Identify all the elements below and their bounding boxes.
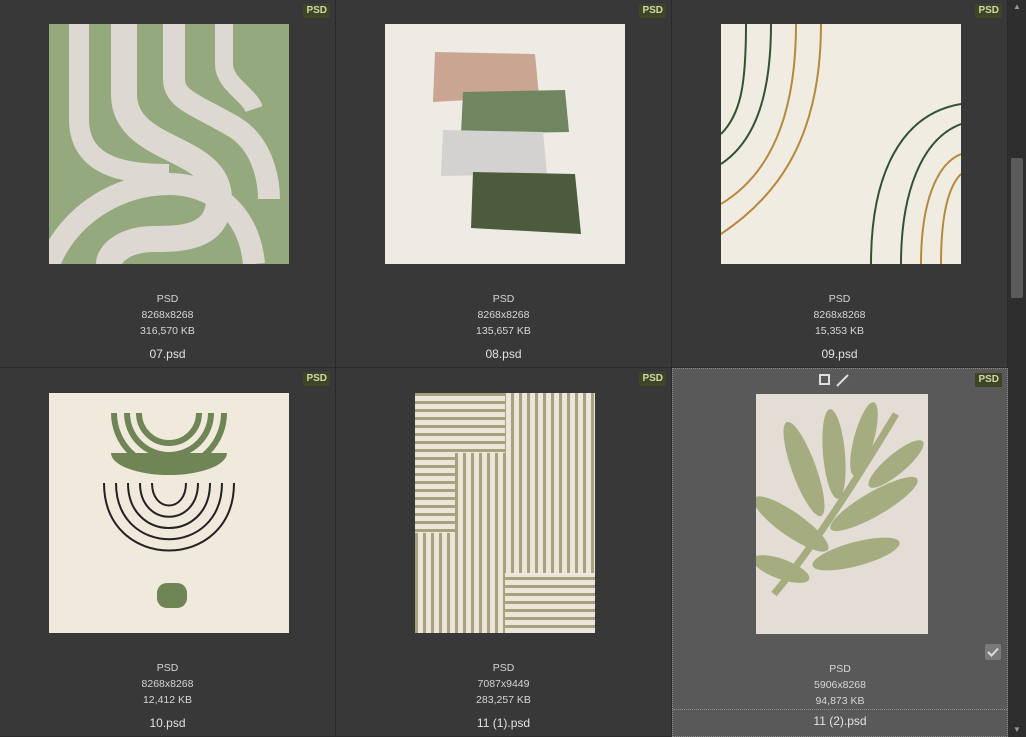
psd-format-badge: PSD <box>975 4 1002 18</box>
psd-format-badge: PSD <box>303 372 330 386</box>
thumbnail-image[interactable] <box>756 394 928 634</box>
file-format: PSD <box>492 662 515 674</box>
file-tile-10[interactable]: PSD PSD 8268x8268 12,412 KB 10.psd <box>0 368 336 737</box>
check-icon[interactable] <box>985 644 1001 660</box>
file-size: 283,257 KB <box>476 694 531 706</box>
file-dimensions: 5906x8268 <box>814 679 866 691</box>
file-size: 316,570 KB <box>140 325 195 337</box>
file-name[interactable]: 08.psd <box>336 347 671 361</box>
tile-tools <box>819 374 849 387</box>
file-tile-11-1[interactable]: PSD PSD 7087x9449 283,257 KB 11 (1).psd <box>336 368 672 737</box>
file-dimensions: 8268x8268 <box>141 678 194 690</box>
thumbnail-image[interactable] <box>385 24 625 264</box>
file-format: PSD <box>156 662 179 674</box>
file-size: 15,353 KB <box>814 325 865 337</box>
thumbnail-image[interactable] <box>49 393 289 633</box>
psd-format-badge: PSD <box>639 372 666 386</box>
psd-format-badge: PSD <box>639 4 666 18</box>
file-size: 135,657 KB <box>476 325 531 337</box>
file-name[interactable]: 09.psd <box>672 347 1007 361</box>
arrow-down-icon[interactable]: ▼ <box>1008 723 1026 737</box>
file-dimensions: 8268x8268 <box>141 309 194 321</box>
file-tile-09[interactable]: PSD PSD 8268x8268 15,353 KB 09.psd <box>672 0 1008 368</box>
file-tile-07[interactable]: PSD PSD 8268x8268 316,570 KB 07.psd <box>0 0 336 368</box>
file-size: 94,873 KB <box>815 695 865 707</box>
thumbnail-image[interactable] <box>721 24 961 264</box>
file-format: PSD <box>156 293 179 305</box>
pencil-icon[interactable] <box>836 374 849 387</box>
file-tile-11-2[interactable]: PSD PSD 5906x8268 94,873 KB 11 (2).psd <box>672 368 1008 737</box>
file-format: PSD <box>492 293 515 305</box>
file-dimensions: 8268x8268 <box>813 309 866 321</box>
file-tile-08[interactable]: PSD PSD 8268x8268 135,657 KB 08.psd <box>336 0 672 368</box>
thumbnail-image[interactable] <box>415 393 595 633</box>
thumbnail-image[interactable] <box>49 24 289 264</box>
file-dimensions: 8268x8268 <box>477 309 530 321</box>
arrow-up-icon[interactable]: ▲ <box>1008 0 1026 14</box>
file-format: PSD <box>828 293 851 305</box>
psd-format-badge: PSD <box>303 4 330 18</box>
file-name[interactable]: 07.psd <box>0 347 335 361</box>
thumbnail-grid: PSD PSD 8268x8268 316,570 KB 07.psd PSD <box>0 0 1008 737</box>
file-name[interactable]: 11 (2).psd <box>673 709 1007 728</box>
file-format: PSD <box>829 663 851 675</box>
file-name[interactable]: 10.psd <box>0 716 335 730</box>
vertical-scrollbar[interactable]: ▲ ▼ <box>1008 0 1026 737</box>
square-outline-icon[interactable] <box>819 374 830 385</box>
file-size: 12,412 KB <box>142 694 193 706</box>
scrollbar-thumb[interactable] <box>1011 158 1023 298</box>
psd-format-badge: PSD <box>975 373 1002 387</box>
file-name[interactable]: 11 (1).psd <box>336 716 671 730</box>
file-dimensions: 7087x9449 <box>477 678 530 690</box>
